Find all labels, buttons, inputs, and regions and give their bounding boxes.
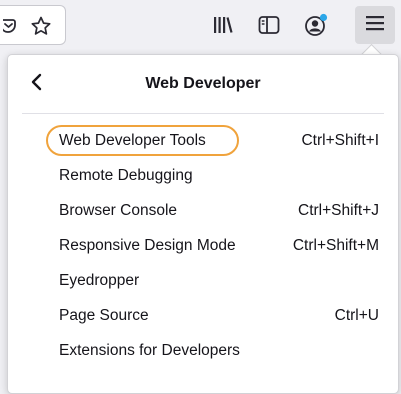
chevron-left-icon xyxy=(30,73,44,96)
menu-list: Web Developer Tools Ctrl+Shift+I Remote … xyxy=(8,123,398,368)
browser-toolbar xyxy=(0,0,401,52)
web-developer-panel: Web Developer Web Developer Tools Ctrl+S… xyxy=(7,54,399,394)
notification-dot-icon xyxy=(319,13,328,22)
menu-item-shortcut: Ctrl+Shift+J xyxy=(298,201,379,219)
menu-item-shortcut: Ctrl+Shift+I xyxy=(301,131,379,149)
panel-header: Web Developer xyxy=(8,55,398,113)
menu-item-label: Eyedropper xyxy=(59,271,140,289)
menu-item-extensions-for-developers[interactable]: Extensions for Developers xyxy=(8,333,398,368)
hamburger-menu-icon xyxy=(365,14,385,37)
menu-item-shortcut: Ctrl+U xyxy=(334,306,379,324)
library-icon[interactable] xyxy=(210,12,236,38)
menu-item-browser-console[interactable]: Browser Console Ctrl+Shift+J xyxy=(8,193,398,228)
sidebar-icon[interactable] xyxy=(256,12,282,38)
menu-item-label: Browser Console xyxy=(59,201,178,219)
menu-item-remote-debugging[interactable]: Remote Debugging xyxy=(8,158,398,193)
back-button[interactable] xyxy=(24,71,50,97)
menu-item-label: Page Source xyxy=(59,306,149,324)
menu-item-eyedropper[interactable]: Eyedropper xyxy=(8,263,398,298)
menu-item-page-source[interactable]: Page Source Ctrl+U xyxy=(8,298,398,333)
panel-title: Web Developer xyxy=(145,75,261,92)
menu-item-label: Extensions for Developers xyxy=(59,341,240,359)
menu-item-shortcut: Ctrl+Shift+M xyxy=(292,236,379,254)
menu-item-label: Responsive Design Mode xyxy=(59,236,236,254)
url-bar[interactable] xyxy=(0,5,66,45)
menu-item-web-developer-tools[interactable]: Web Developer Tools Ctrl+Shift+I xyxy=(8,123,398,158)
app-menu-button[interactable] xyxy=(355,6,395,44)
menu-item-label: Web Developer Tools xyxy=(59,131,206,149)
star-icon[interactable] xyxy=(28,13,54,39)
pocket-icon[interactable] xyxy=(0,13,26,39)
account-icon[interactable] xyxy=(303,12,329,38)
menu-item-responsive-design-mode[interactable]: Responsive Design Mode Ctrl+Shift+M xyxy=(8,228,398,263)
panel-separator xyxy=(22,113,384,114)
menu-item-label: Remote Debugging xyxy=(59,166,193,184)
